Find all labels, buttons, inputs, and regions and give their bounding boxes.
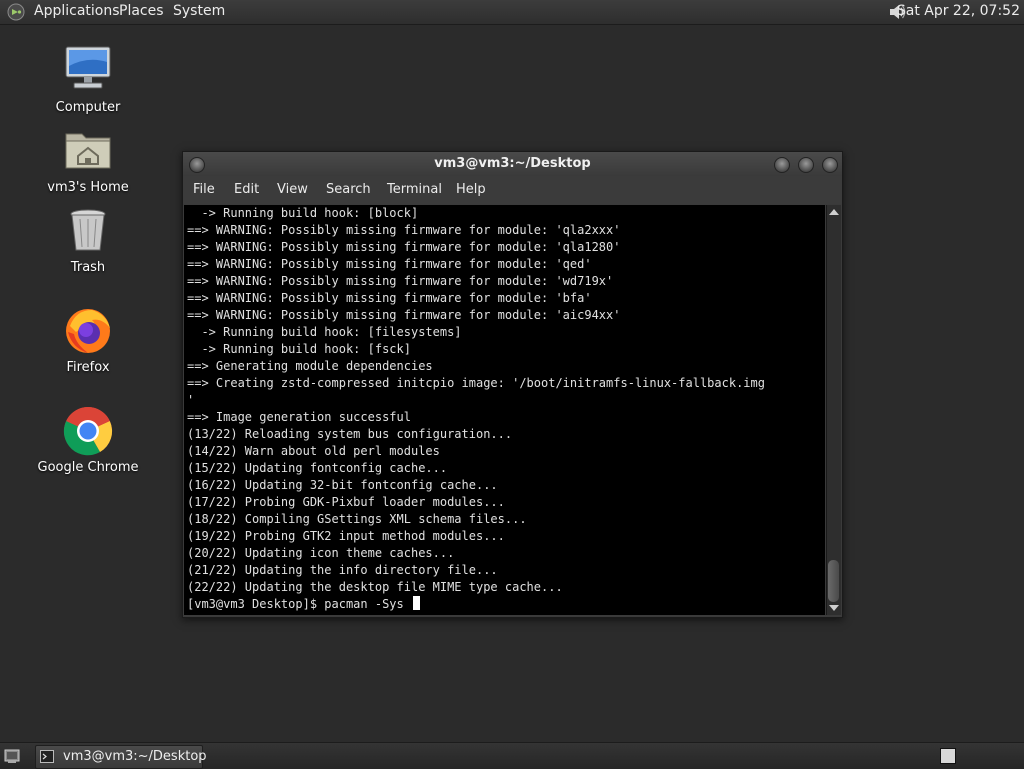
home-folder-icon xyxy=(65,133,111,169)
desktop-icon-label: Firefox xyxy=(66,360,110,375)
scroll-up-arrow[interactable] xyxy=(829,209,839,215)
trash-icon xyxy=(70,209,106,251)
terminal-lines: -> Running build hook: [block] ==> WARNIN… xyxy=(184,205,825,613)
workspace-switcher-icon[interactable] xyxy=(940,748,956,764)
desktop-icon-home[interactable]: vm3's Home xyxy=(28,124,148,195)
terminal-line: ==> WARNING: Possibly missing firmware f… xyxy=(187,257,592,271)
firefox-icon xyxy=(66,309,110,353)
gnome-foot-icon[interactable] xyxy=(7,3,25,21)
desktop-icon-label: Computer xyxy=(55,100,121,115)
desktop-icon-trash[interactable]: Trash xyxy=(28,204,148,275)
menu-search[interactable]: Search xyxy=(326,176,371,204)
desktop-icon-firefox[interactable]: Firefox xyxy=(28,304,148,375)
terminal-line: (18/22) Compiling GSettings XML schema f… xyxy=(187,512,527,526)
terminal-prompt: [vm3@vm3 Desktop]$ pacman -Sys xyxy=(187,597,411,611)
terminal-line: ==> WARNING: Possibly missing firmware f… xyxy=(187,240,621,254)
window-titlebar[interactable]: vm3@vm3:~/Desktop xyxy=(183,152,842,176)
desktop-icon-computer[interactable]: Computer xyxy=(28,44,148,115)
terminal-line: (21/22) Updating the info directory file… xyxy=(187,563,498,577)
terminal-line: (17/22) Probing GDK-Pixbuf loader module… xyxy=(187,495,505,509)
menu-help[interactable]: Help xyxy=(456,176,486,204)
scroll-down-arrow[interactable] xyxy=(829,605,839,611)
computer-icon xyxy=(65,46,111,89)
top-panel: Applications Places System Sat Apr 22, 0… xyxy=(0,0,1024,25)
menu-applications[interactable]: Applications xyxy=(32,0,122,24)
terminal-line: ==> WARNING: Possibly missing firmware f… xyxy=(187,308,621,322)
show-desktop-icon[interactable] xyxy=(4,748,20,764)
close-button[interactable] xyxy=(822,157,838,173)
terminal-line: -> Running build hook: [fsck] xyxy=(187,342,411,356)
terminal-line: ==> WARNING: Possibly missing firmware f… xyxy=(187,274,614,288)
scrollbar-thumb[interactable] xyxy=(828,560,839,602)
terminal-line: ==> WARNING: Possibly missing firmware f… xyxy=(187,291,592,305)
desktop-icon-label: Trash xyxy=(70,260,106,275)
terminal-line: (19/22) Probing GTK2 input method module… xyxy=(187,529,505,543)
terminal-prompt-line[interactable]: [vm3@vm3 Desktop]$ pacman -Sys xyxy=(187,596,825,613)
terminal-line: (13/22) Reloading system bus configurati… xyxy=(187,427,513,441)
taskbar-button-label: vm3@vm3:~/Desktop xyxy=(63,749,207,764)
terminal-line: ==> WARNING: Possibly missing firmware f… xyxy=(187,223,621,237)
terminal-line: -> Running build hook: [filesystems] xyxy=(187,325,462,339)
terminal-line: (22/22) Updating the desktop file MIME t… xyxy=(187,580,563,594)
menu-terminal[interactable]: Terminal xyxy=(387,176,442,204)
maximize-button[interactable] xyxy=(798,157,814,173)
taskbar-button-terminal[interactable]: vm3@vm3:~/Desktop xyxy=(35,745,207,769)
chrome-icon xyxy=(63,407,113,456)
terminal-icon xyxy=(40,750,54,763)
terminal-line: (14/22) Warn about old perl modules xyxy=(187,444,440,458)
terminal-menubar: File Edit View Search Terminal Help xyxy=(183,176,842,204)
terminal-window[interactable]: vm3@vm3:~/Desktop File Edit View Search … xyxy=(182,151,843,618)
menu-file[interactable]: File xyxy=(193,176,215,204)
terminal-line: (16/22) Updating 32-bit fontconfig cache… xyxy=(187,478,498,492)
terminal-line: (15/22) Updating fontconfig cache... xyxy=(187,461,448,475)
terminal-line: ==> Generating module dependencies xyxy=(187,359,433,373)
menu-edit[interactable]: Edit xyxy=(234,176,259,204)
clock[interactable]: Sat Apr 22, 07:52 xyxy=(897,0,1020,24)
menu-system[interactable]: System xyxy=(171,0,227,24)
terminal-line: ==> Image generation successful xyxy=(187,410,411,424)
terminal-output[interactable]: -> Running build hook: [block] ==> WARNIN… xyxy=(184,205,825,615)
menu-places[interactable]: Places xyxy=(117,0,166,24)
window-title: vm3@vm3:~/Desktop xyxy=(434,156,591,171)
terminal-line: ' xyxy=(187,393,195,407)
terminal-line: -> Running build hook: [block] xyxy=(187,206,419,220)
desktop-icon-label: vm3's Home xyxy=(47,180,129,195)
terminal-line: ==> Creating zstd-compressed initcpio im… xyxy=(187,376,765,390)
bottom-panel: vm3@vm3:~/Desktop xyxy=(0,742,1024,769)
desktop-icon-label: Google Chrome xyxy=(37,460,139,475)
text-cursor xyxy=(412,596,420,610)
terminal-line: (20/22) Updating icon theme caches... xyxy=(187,546,455,560)
scrollbar[interactable] xyxy=(826,205,841,615)
desktop-icon-chrome[interactable]: Google Chrome xyxy=(28,404,148,475)
minimize-button[interactable] xyxy=(774,157,790,173)
menu-view[interactable]: View xyxy=(277,176,308,204)
